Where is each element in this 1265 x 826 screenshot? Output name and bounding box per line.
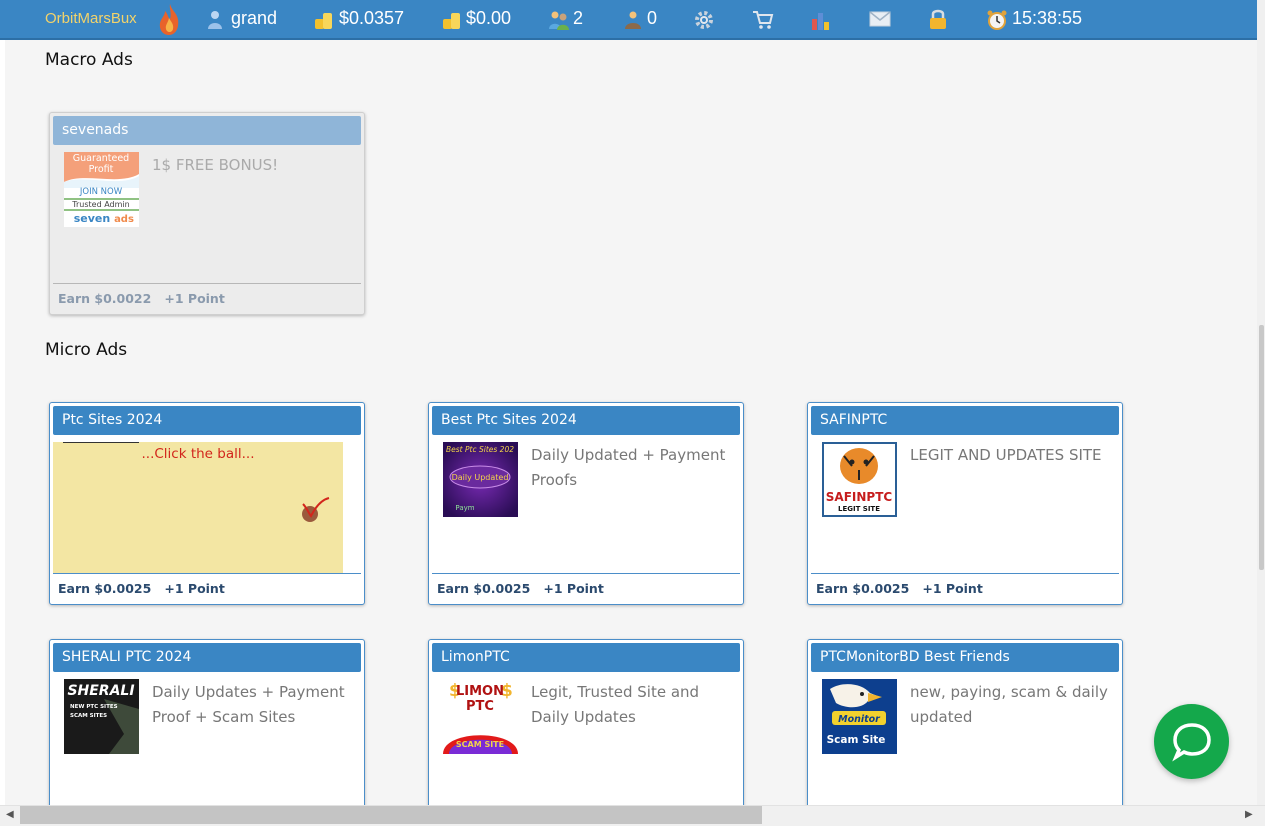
ad-thumbnail: Best Ptc Sites 202 Daily Updated Paym: [443, 442, 518, 517]
micro-ad-card[interactable]: PTCMonitorBD Best Friends Monitor Scam S…: [807, 639, 1123, 805]
ad-description: 1$ FREE BONUS!: [152, 156, 279, 174]
alarm-clock-icon: [987, 10, 1007, 30]
referrals-count[interactable]: 2: [573, 8, 583, 29]
ad-title[interactable]: Ptc Sites 2024: [53, 406, 361, 435]
coins-icon: [443, 13, 460, 29]
stats-icon[interactable]: [811, 9, 831, 31]
horizontal-scroll-thumb[interactable]: [20, 806, 762, 824]
thumb-text: Daily Updated: [452, 473, 509, 482]
ad-earnings: Earn $0.0022 +1 Point: [58, 291, 225, 306]
coins-icon: [315, 13, 332, 29]
ad-earnings: Earn $0.0025 +1 Point: [437, 581, 604, 596]
captcha-instruction: ...Click the ball...: [141, 446, 255, 462]
scroll-left-arrow-icon[interactable]: ◀: [6, 809, 14, 820]
banner-text: JOIN NOW: [79, 187, 123, 197]
ad-description: Daily Updated + Payment Proofs: [531, 446, 726, 489]
username[interactable]: grand: [231, 8, 277, 29]
lock-icon[interactable]: [928, 8, 948, 30]
divider: [53, 283, 361, 284]
ad-thumbnail: $ $ LIMON PTC SCAM SITE: [443, 679, 518, 754]
ad-description: LEGIT AND UPDATES SITE: [910, 446, 1102, 464]
divider: [811, 573, 1119, 574]
site-logo[interactable]: OrbitMarsBux: [45, 10, 137, 27]
flame-icon: [159, 4, 179, 35]
banner-text: Guaranteed: [73, 153, 129, 164]
rented-count[interactable]: 0: [647, 8, 657, 29]
thumb-text: NEW PTC SITES: [70, 704, 118, 710]
macro-ads-title: Macro Ads: [45, 50, 133, 70]
micro-ads-title: Micro Ads: [45, 340, 128, 360]
micro-ad-card[interactable]: SHERALI PTC 2024 SHERALI NEW PTC SITES S…: [49, 639, 365, 805]
check-mark-icon: [302, 497, 330, 518]
top-navbar: OrbitMarsBux grand $0.0357 $0.00 2 0 15:…: [0, 0, 1257, 40]
thumb-text: PTC: [466, 699, 494, 714]
rented-referrals-icon: [625, 11, 641, 29]
referrals-icon: [549, 11, 569, 30]
banner-text: Profit: [89, 164, 114, 175]
main-balance: $0.0357: [339, 8, 405, 28]
thumb-text: SCAM SITE: [456, 740, 504, 749]
chat-bubble-icon: [1172, 723, 1211, 762]
ad-title[interactable]: LimonPTC: [432, 643, 740, 672]
ads-page: Macro Ads sevenads Guaranteed Profit JOI…: [5, 40, 1257, 805]
ad-title[interactable]: Best Ptc Sites 2024: [432, 406, 740, 435]
thumb-text: Monitor: [838, 714, 881, 725]
banner-text: seven: [74, 212, 110, 225]
vertical-scroll-thumb[interactable]: [1259, 325, 1264, 570]
captcha-area[interactable]: ...Click the ball...: [53, 442, 343, 573]
micro-ad-card[interactable]: Best Ptc Sites 2024 Best Ptc Sites 202 D…: [428, 402, 744, 605]
mail-icon[interactable]: [869, 11, 891, 27]
ad-thumbnail: SAFINPTC LEGIT SITE: [822, 442, 897, 517]
cart-icon[interactable]: [752, 10, 774, 30]
user-icon: [208, 11, 222, 29]
thumb-text: LEGIT SITE: [838, 505, 880, 513]
thumb-text: Best Ptc Sites 202: [446, 445, 514, 454]
thumb-text: SHERALI: [67, 683, 134, 699]
banner-text: Trusted Admin: [71, 200, 129, 209]
ad-earnings: Earn $0.0025 +1 Point: [816, 581, 983, 596]
micro-ad-card[interactable]: SAFINPTC SAFINPTC LEGIT SITE LEGIT AND U…: [807, 402, 1123, 605]
micro-ad-card[interactable]: LimonPTC $ $ LIMON PTC SCAM SITE Legit, …: [428, 639, 744, 805]
ad-earnings: Earn $0.0025 +1 Point: [58, 581, 225, 596]
thumb-text: Scam Site: [827, 734, 886, 746]
thumb-text: SCAM SITES: [70, 713, 107, 719]
micro-ad-card[interactable]: Ptc Sites 2024 ...Click the ball... Earn…: [49, 402, 365, 605]
ad-title[interactable]: SHERALI PTC 2024: [53, 643, 361, 672]
ad-title[interactable]: sevenads: [53, 116, 361, 145]
ad-description: Legit, Trusted Site and Daily Updates: [531, 683, 700, 726]
ad-title[interactable]: SAFINPTC: [811, 406, 1119, 435]
ad-banner: Guaranteed Profit JOIN NOW Trusted Admin…: [64, 152, 139, 227]
divider: [53, 573, 361, 574]
scroll-right-arrow-icon[interactable]: ▶: [1245, 809, 1253, 820]
banner-text: ads: [114, 214, 134, 225]
macro-ad-card[interactable]: sevenads Guaranteed Profit JOIN NOW Trus…: [49, 112, 365, 315]
thumb-text: Paym: [455, 504, 474, 512]
ad-thumbnail: SHERALI NEW PTC SITES SCAM SITES: [64, 679, 139, 754]
gear-icon[interactable]: [694, 10, 714, 30]
ad-thumbnail: Monitor Scam Site: [822, 679, 897, 754]
divider: [432, 573, 740, 574]
clock-time: 15:38:55: [1012, 8, 1083, 28]
ad-description: new, paying, scam & daily updated: [910, 683, 1108, 726]
ad-description: Daily Updates + Payment Proof + Scam Sit…: [152, 683, 345, 726]
thumb-text: LIMON: [456, 684, 504, 699]
purchase-balance: $0.00: [466, 8, 512, 28]
ad-title[interactable]: PTCMonitorBD Best Friends: [811, 643, 1119, 672]
chat-button[interactable]: [1154, 704, 1229, 779]
thumb-text: SAFINPTC: [826, 490, 893, 504]
